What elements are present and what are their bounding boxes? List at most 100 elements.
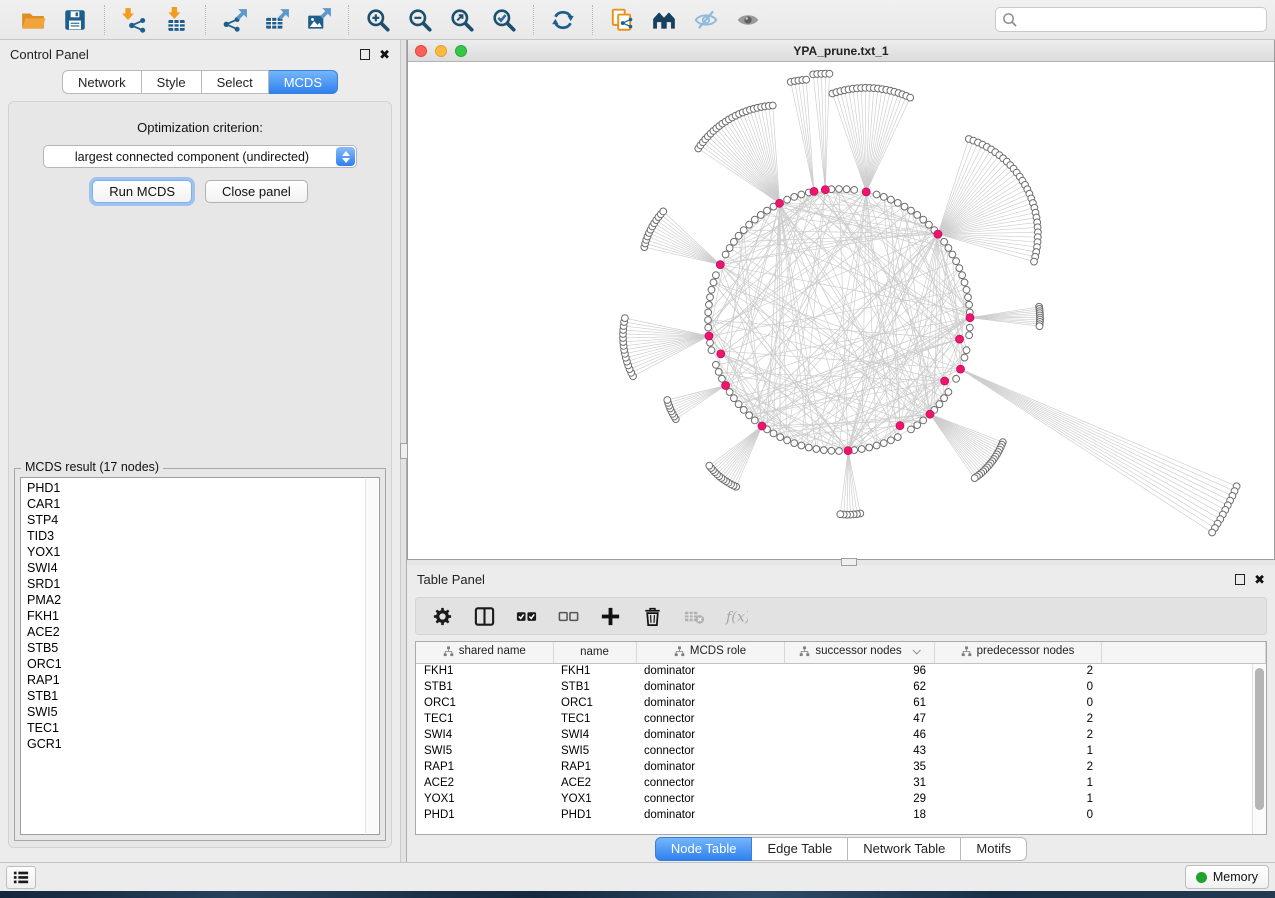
- show-all-button[interactable]: [729, 4, 767, 36]
- shared-column-icon: [961, 646, 972, 657]
- zoom-out-icon: [407, 7, 433, 33]
- task-history-button[interactable]: [6, 866, 36, 889]
- network-canvas[interactable]: [408, 62, 1274, 559]
- main-area: Control Panel ✖ Network Style Select MCD…: [0, 40, 1275, 862]
- column-header-predecessor-nodes[interactable]: predecessor nodes: [934, 642, 1101, 663]
- close-icon[interactable]: ✖: [1254, 573, 1265, 586]
- delete-table-button: [678, 601, 710, 631]
- mcds-result-item[interactable]: TID3: [27, 528, 379, 544]
- close-panel-button[interactable]: Close panel: [205, 180, 308, 203]
- zoom-out-button[interactable]: [401, 4, 439, 36]
- export-image-icon: [306, 7, 332, 33]
- tab-network-table[interactable]: Network Table: [848, 837, 961, 861]
- tab-motifs[interactable]: Motifs: [961, 837, 1027, 861]
- toolbar-separator: [348, 5, 349, 35]
- table-row[interactable]: TEC1TEC1 connector47 2: [416, 711, 1266, 727]
- table-row[interactable]: RAP1RAP1 dominator35 2: [416, 759, 1266, 775]
- mcds-result-item[interactable]: CAR1: [27, 496, 379, 512]
- mcds-result-item[interactable]: SRD1: [27, 576, 379, 592]
- criterion-dropdown[interactable]: largest connected component (undirected): [43, 145, 357, 168]
- float-icon[interactable]: [1235, 574, 1245, 585]
- settings-button[interactable]: [426, 601, 458, 631]
- toolbar-separator: [533, 5, 534, 35]
- mcds-result-item[interactable]: ACE2: [27, 624, 379, 640]
- mcds-result-item[interactable]: GCR1: [27, 736, 379, 752]
- table-scrollbar[interactable]: [1252, 664, 1266, 834]
- network-graph[interactable]: [408, 62, 1274, 559]
- deselect-all-button[interactable]: [552, 601, 584, 631]
- mcds-result-item[interactable]: FKH1: [27, 608, 379, 624]
- table-row[interactable]: SWI4SWI4 dominator46 2: [416, 727, 1266, 743]
- mcds-result-item[interactable]: PMA2: [27, 592, 379, 608]
- float-icon[interactable]: [360, 49, 370, 60]
- duplicate-network-button[interactable]: [603, 4, 641, 36]
- tab-node-table[interactable]: Node Table: [655, 837, 753, 861]
- table-row[interactable]: ACE2ACE2 connector31 1: [416, 775, 1266, 791]
- select-all-button[interactable]: [510, 601, 542, 631]
- mcds-result-item[interactable]: STB1: [27, 688, 379, 704]
- mcds-result-item[interactable]: TEC1: [27, 720, 379, 736]
- delete-row-button[interactable]: [636, 601, 668, 631]
- search-input[interactable]: [1017, 10, 1260, 30]
- export-table-button[interactable]: [258, 4, 296, 36]
- first-neighbors-icon: [651, 7, 677, 33]
- table-row[interactable]: SWI5SWI5 connector43 1: [416, 743, 1266, 759]
- table-row[interactable]: FKH1FKH1 dominator96 2: [416, 663, 1266, 679]
- tab-style[interactable]: Style: [142, 70, 202, 94]
- import-network-button[interactable]: [115, 4, 153, 36]
- tab-select[interactable]: Select: [202, 70, 269, 94]
- export-network-button[interactable]: [216, 4, 254, 36]
- mcds-result-item[interactable]: STP4: [27, 512, 379, 528]
- column-header-MCDS-role[interactable]: MCDS role: [636, 642, 784, 663]
- list-scrollbar[interactable]: [365, 479, 378, 833]
- memory-label: Memory: [1213, 870, 1258, 884]
- refresh-button[interactable]: [544, 4, 582, 36]
- horizontal-splitter[interactable]: [407, 560, 1275, 565]
- graph-edges: [623, 74, 1237, 533]
- splitter-grip[interactable]: [400, 443, 408, 459]
- column-header-shared-name[interactable]: shared name: [416, 642, 553, 663]
- column-header-successor-nodes[interactable]: successor nodes: [784, 642, 934, 663]
- shared-column-icon: [443, 646, 454, 657]
- mcds-result-item[interactable]: STB5: [27, 640, 379, 656]
- tab-network[interactable]: Network: [62, 70, 142, 94]
- mcds-result-item[interactable]: YOX1: [27, 544, 379, 560]
- table-row[interactable]: STB1STB1 dominator62 0: [416, 679, 1266, 695]
- zoom-in-button[interactable]: [359, 4, 397, 36]
- mcds-result-item[interactable]: SWI5: [27, 704, 379, 720]
- memory-button[interactable]: Memory: [1185, 865, 1269, 889]
- control-panel-tabs: Network Style Select MCDS: [0, 68, 400, 94]
- export-network-icon: [222, 7, 248, 33]
- splitter-grip[interactable]: [841, 558, 857, 566]
- zoom-fit-button[interactable]: [443, 4, 481, 36]
- save-button[interactable]: [56, 4, 94, 36]
- add-row-button[interactable]: [594, 601, 626, 631]
- duplicate-network-icon: [609, 7, 635, 33]
- table-scrollbar-thumb[interactable]: [1255, 668, 1264, 810]
- mcds-tab-content: Optimization criterion: largest connecte…: [8, 101, 392, 848]
- mcds-result-item[interactable]: ORC1: [27, 656, 379, 672]
- tab-mcds[interactable]: MCDS: [269, 70, 338, 94]
- search-box[interactable]: [995, 7, 1267, 32]
- first-neighbors-button[interactable]: [645, 4, 683, 36]
- table-row[interactable]: ORC1ORC1 dominator61 0: [416, 695, 1266, 711]
- shared-column-icon: [674, 646, 685, 657]
- mcds-result-item[interactable]: RAP1: [27, 672, 379, 688]
- zoom-selected-button[interactable]: [485, 4, 523, 36]
- mcds-result-item[interactable]: SWI4: [27, 560, 379, 576]
- import-table-button[interactable]: [157, 4, 195, 36]
- column-layout-button[interactable]: [468, 601, 500, 631]
- vertical-splitter[interactable]: [400, 40, 407, 862]
- table-row[interactable]: YOX1YOX1 connector29 1: [416, 791, 1266, 807]
- column-header-name[interactable]: name: [553, 642, 636, 663]
- zoom-in-icon: [365, 7, 391, 33]
- hide-selected-button[interactable]: [687, 4, 725, 36]
- export-image-button[interactable]: [300, 4, 338, 36]
- open-button[interactable]: [14, 4, 52, 36]
- run-mcds-button[interactable]: Run MCDS: [92, 180, 192, 203]
- table-row[interactable]: PHD1PHD1 dominator18 0: [416, 807, 1266, 823]
- ring-nodes[interactable]: [620, 70, 1240, 536]
- tab-edge-table[interactable]: Edge Table: [752, 837, 848, 861]
- close-icon[interactable]: ✖: [379, 48, 390, 61]
- mcds-result-item[interactable]: PHD1: [27, 480, 379, 496]
